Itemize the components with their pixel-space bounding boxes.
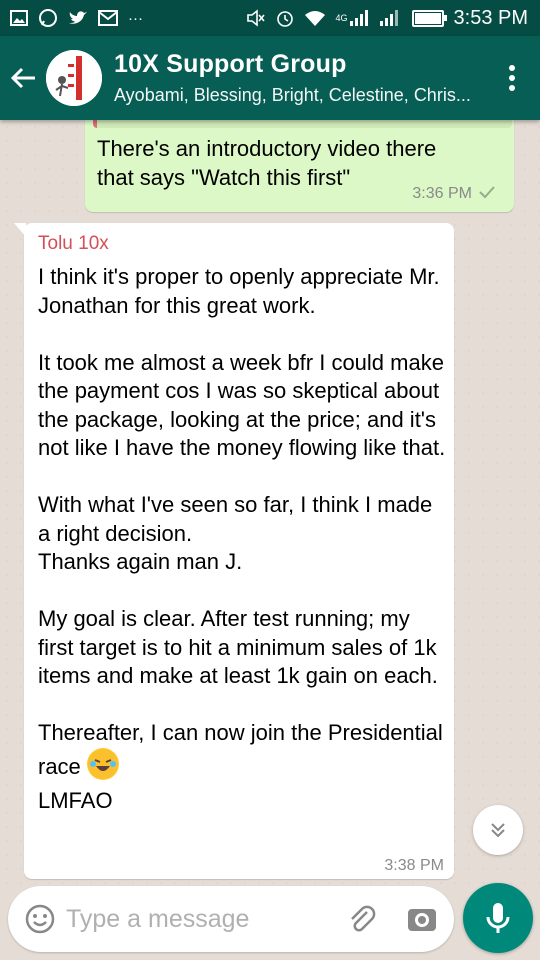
gallery-notification-icon bbox=[10, 10, 28, 26]
signal-icon bbox=[379, 10, 402, 26]
message-paragraph: It took me almost a week bfr I could mak… bbox=[38, 349, 446, 461]
status-time: 3:53 PM bbox=[453, 6, 528, 29]
message-input[interactable]: Type a message bbox=[66, 905, 342, 934]
sent-check-icon bbox=[478, 183, 496, 204]
message-paragraph: With what I've seen so far, I think I ma… bbox=[38, 492, 433, 546]
chat-header: 10X Support Group Ayobami, Blessing, Bri… bbox=[0, 36, 540, 120]
whatsapp-notification-icon bbox=[38, 8, 58, 28]
status-bar: ··· 4G 3:53 PM bbox=[0, 0, 540, 36]
incoming-message[interactable]: Tolu 10x I think it's proper to openly a… bbox=[14, 223, 454, 879]
mute-icon bbox=[246, 9, 266, 27]
message-text: I think it's proper to openly appreciate… bbox=[38, 263, 446, 816]
group-members[interactable]: Ayobami, Blessing, Bright, Celestine, Ch… bbox=[114, 85, 492, 106]
group-title[interactable]: 10X Support Group bbox=[114, 50, 492, 79]
message-time: 3:36 PM bbox=[412, 184, 472, 202]
message-paragraph: Thanks again man J. bbox=[38, 549, 243, 574]
alarm-icon bbox=[276, 9, 294, 27]
more-notifications-icon: ··· bbox=[128, 9, 143, 27]
twitter-notification-icon bbox=[68, 9, 88, 27]
signal-4g-icon: 4G bbox=[336, 10, 370, 26]
chat-area: right There's an introductory video ther… bbox=[0, 120, 540, 885]
wifi-icon bbox=[304, 10, 326, 26]
attach-icon[interactable] bbox=[342, 899, 382, 939]
battery-icon bbox=[411, 9, 447, 27]
camera-icon[interactable] bbox=[402, 899, 442, 939]
message-paragraph: LMFAO bbox=[38, 788, 113, 813]
message-paragraph: I think it's proper to openly appreciate… bbox=[38, 264, 440, 318]
overflow-menu-icon[interactable] bbox=[492, 65, 532, 91]
microphone-icon bbox=[486, 903, 510, 933]
sender-name[interactable]: Tolu 10x bbox=[38, 233, 109, 255]
gmail-notification-icon bbox=[98, 10, 118, 26]
message-paragraph: My goal is clear. After test running; my… bbox=[38, 606, 438, 688]
message-time: 3:38 PM bbox=[384, 857, 444, 874]
back-arrow-icon[interactable] bbox=[4, 48, 44, 108]
emoji-icon[interactable] bbox=[20, 899, 60, 939]
outgoing-message[interactable]: right There's an introductory video ther… bbox=[85, 120, 514, 212]
double-chevron-down-icon bbox=[491, 823, 505, 838]
rolling-laughing-emoji-icon bbox=[86, 747, 119, 780]
message-input-bar: Type a message bbox=[8, 886, 454, 952]
group-avatar[interactable] bbox=[46, 50, 102, 106]
scroll-to-bottom-button[interactable] bbox=[473, 805, 523, 855]
voice-record-button[interactable] bbox=[463, 883, 533, 953]
quoted-message[interactable]: right bbox=[93, 120, 512, 128]
